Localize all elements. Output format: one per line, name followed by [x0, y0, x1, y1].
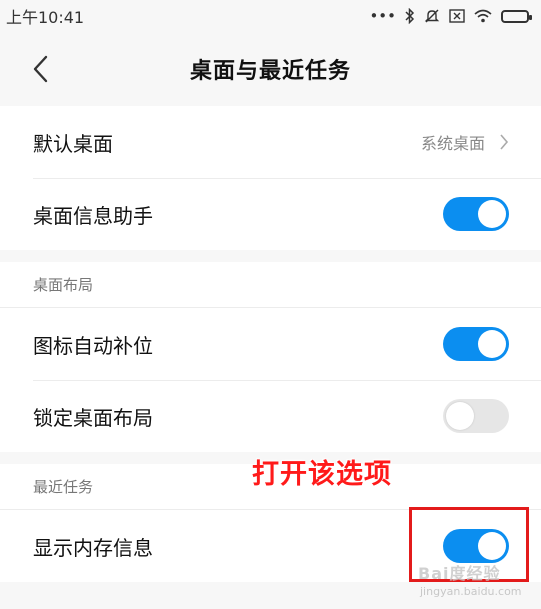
row-default-desktop[interactable]: 默认桌面 系统桌面 [0, 106, 541, 178]
status-bar: 上午10:41 ••• [0, 0, 541, 32]
section-header-layout: 桌面布局 [0, 262, 541, 308]
bluetooth-icon [405, 8, 415, 24]
row-label: 显示内存信息 [33, 535, 153, 560]
group-desktop: 默认桌面 系统桌面 桌面信息助手 [0, 106, 541, 250]
row-label: 桌面信息助手 [33, 203, 153, 228]
annotation-text: 打开该选项 [252, 459, 392, 490]
desktop-assistant-toggle[interactable] [443, 197, 509, 231]
row-label: 默认桌面 [33, 131, 113, 156]
sim-icon [449, 9, 465, 23]
chevron-right-icon [500, 134, 509, 150]
more-dots-icon: ••• [369, 7, 396, 25]
row-value: 系统桌面 [420, 134, 485, 153]
row-label: 锁定桌面布局 [33, 405, 153, 430]
row-label: 图标自动补位 [33, 333, 153, 358]
toggle-knob [478, 330, 506, 358]
watermark-subtext: jingyan.baidu.com [420, 585, 522, 598]
title-bar: 桌面与最近任务 [0, 32, 541, 106]
auto-fill-icons-toggle[interactable] [443, 327, 509, 361]
status-icons: ••• [369, 7, 532, 25]
row-lock-layout: 锁定桌面布局 [0, 380, 541, 452]
row-desktop-assistant: 桌面信息助手 [0, 178, 541, 250]
chevron-left-icon[interactable] [30, 54, 52, 84]
row-auto-fill-icons: 图标自动补位 [0, 308, 541, 380]
page-title: 桌面与最近任务 [189, 59, 351, 84]
battery-icon [501, 9, 532, 23]
watermark: Bai度经验 [418, 564, 501, 583]
lock-layout-toggle[interactable] [443, 399, 509, 433]
toggle-knob [478, 200, 506, 228]
mute-icon [424, 9, 440, 23]
status-time: 上午10:41 [6, 8, 85, 27]
wifi-icon [474, 9, 492, 23]
group-layout: 桌面布局 图标自动补位 锁定桌面布局 [0, 262, 541, 452]
toggle-knob [446, 402, 474, 430]
row-value-wrap: 系统桌面 [421, 130, 509, 154]
